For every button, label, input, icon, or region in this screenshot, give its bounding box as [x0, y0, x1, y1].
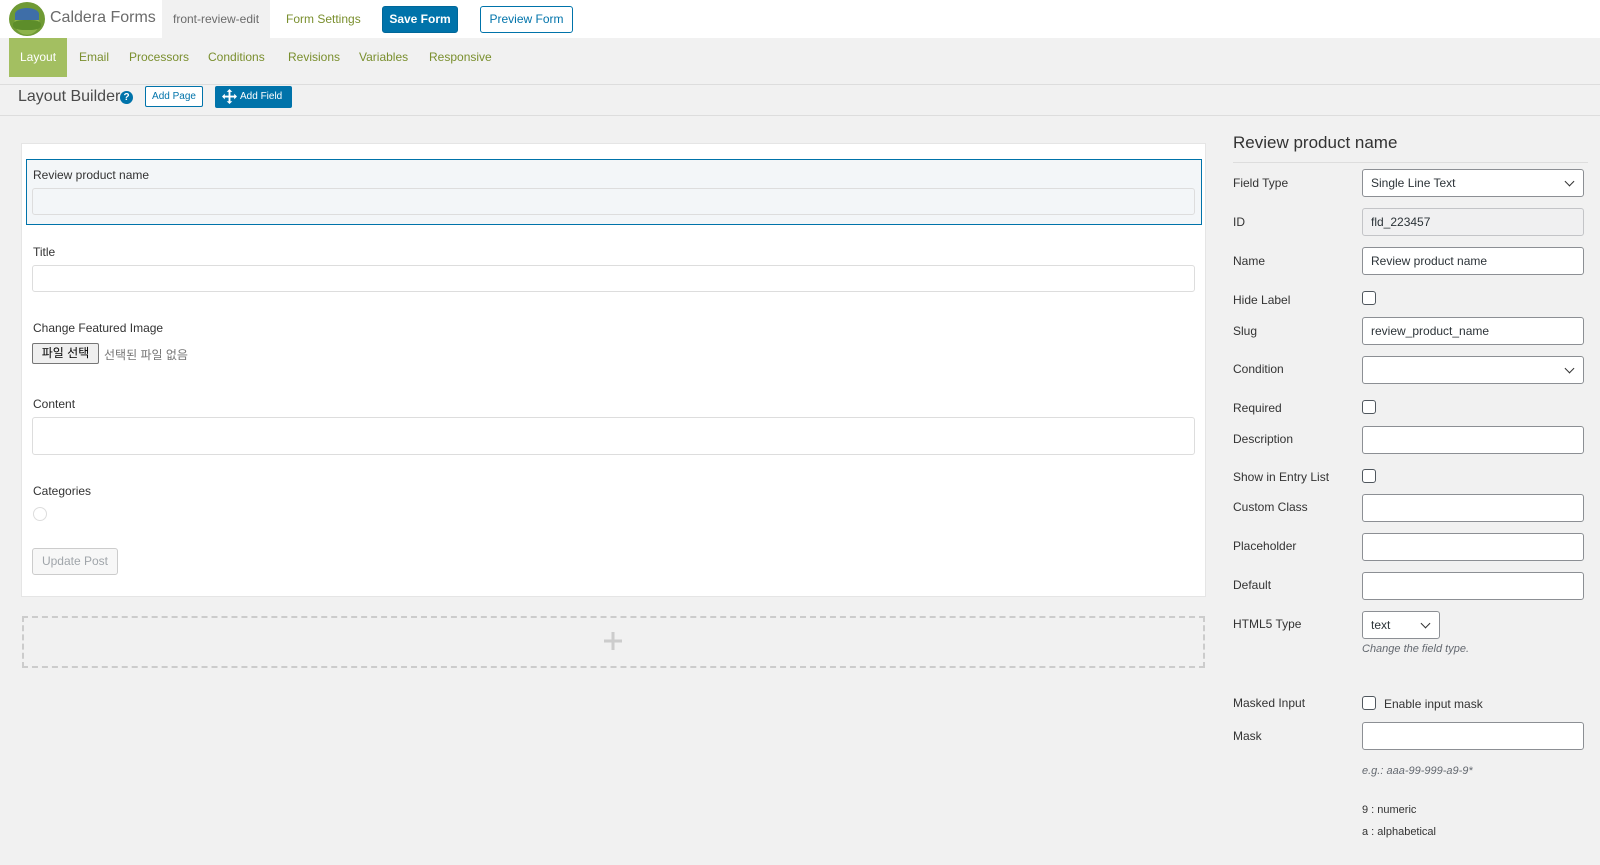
required-label: Required: [1233, 401, 1282, 415]
required-checkbox[interactable]: [1362, 400, 1376, 414]
hide-label-label: Hide Label: [1233, 293, 1291, 307]
html5-type-label: HTML5 Type: [1233, 617, 1302, 631]
update-post-button[interactable]: Update Post: [32, 548, 118, 575]
condition-select[interactable]: [1362, 356, 1584, 384]
tab-layout[interactable]: Layout: [9, 38, 68, 77]
custom-class-label: Custom Class: [1233, 500, 1308, 514]
plus-icon: [604, 632, 622, 650]
mask-alpha-hint: a : alphabetical: [1362, 826, 1436, 838]
placeholder-label: Placeholder: [1233, 539, 1297, 553]
mask-example: e.g.: aaa-99-999-a9-9*: [1362, 765, 1473, 777]
field-content[interactable]: Content: [27, 397, 1201, 455]
description-field[interactable]: [1362, 426, 1584, 454]
review-product-name-input[interactable]: [32, 188, 1195, 215]
placeholder-field[interactable]: [1362, 533, 1584, 561]
enable-mask-label: Enable input mask: [1384, 697, 1483, 711]
field-label: Categories: [33, 484, 92, 498]
mask-field[interactable]: [1362, 722, 1584, 750]
tab-processors[interactable]: Processors: [129, 38, 189, 77]
add-row-dropzone[interactable]: [22, 616, 1205, 668]
masked-input-label: Masked Input: [1233, 696, 1306, 710]
field-type-select[interactable]: Single Line Text: [1362, 169, 1584, 197]
preview-form-button[interactable]: Preview Form: [480, 6, 573, 33]
field-type-label: Field Type: [1233, 176, 1289, 190]
html5-type-note: Change the field type.: [1362, 643, 1470, 655]
field-featured-image[interactable]: Change Featured Image: [27, 321, 1201, 335]
tab-variables[interactable]: Variables: [359, 38, 408, 77]
caldera-logo-icon: [9, 2, 45, 36]
field-review-product-name[interactable]: Review product name: [27, 168, 1201, 215]
top-header: Caldera Forms front-review-edit Form Set…: [0, 0, 1600, 38]
mask-label: Mask: [1233, 729, 1262, 743]
name-label: Name: [1233, 254, 1266, 268]
mask-numeric-hint: 9 : numeric: [1362, 804, 1417, 816]
save-form-button[interactable]: Save Form: [382, 6, 458, 33]
default-label: Default: [1233, 578, 1272, 592]
field-type-value: Single Line Text: [1371, 176, 1456, 190]
hide-label-checkbox[interactable]: [1362, 291, 1376, 305]
panel-divider: [1233, 162, 1588, 163]
slug-field[interactable]: review_product_name: [1362, 317, 1584, 345]
file-choose-button[interactable]: 파일 선택: [32, 343, 99, 364]
form-settings-link[interactable]: Form Settings: [286, 12, 361, 26]
id-label: ID: [1233, 215, 1245, 229]
default-field[interactable]: [1362, 572, 1584, 600]
layout-builder-bar: Layout Builder ? Add Page Add Field: [0, 86, 1600, 116]
brand-name: Caldera Forms: [50, 9, 156, 26]
tab-email[interactable]: Email: [79, 38, 109, 77]
field-label: Title: [33, 245, 56, 259]
id-field: fld_223457: [1362, 208, 1584, 236]
category-radio[interactable]: [33, 507, 47, 521]
form-slug: front-review-edit: [162, 0, 271, 38]
name-field[interactable]: Review product name: [1362, 247, 1584, 275]
show-entry-label: Show in Entry List: [1233, 470, 1330, 484]
layout-builder-title: Layout Builder: [18, 88, 121, 105]
editor-tabs: Layout Email Processors Conditions Revis…: [0, 38, 1600, 85]
title-input[interactable]: [32, 265, 1195, 292]
field-categories[interactable]: Categories: [27, 484, 1201, 498]
enable-mask-checkbox[interactable]: [1362, 696, 1376, 710]
tab-revisions[interactable]: Revisions: [288, 38, 340, 77]
content-input[interactable]: [32, 417, 1195, 455]
add-page-button[interactable]: Add Page: [145, 86, 203, 107]
show-entry-checkbox[interactable]: [1362, 469, 1376, 483]
field-label: Review product name: [33, 168, 150, 182]
field-label: Change Featured Image: [33, 321, 164, 335]
custom-class-field[interactable]: [1362, 494, 1584, 522]
add-field-label: Add Field: [240, 91, 283, 102]
slug-label: Slug: [1233, 324, 1258, 338]
html5-type-value: text: [1371, 618, 1391, 632]
html5-type-select[interactable]: text: [1362, 611, 1440, 639]
condition-label: Condition: [1233, 362, 1284, 376]
file-status: 선택된 파일 없음: [104, 348, 188, 362]
tab-conditions[interactable]: Conditions: [208, 38, 265, 77]
field-label: Content: [33, 397, 76, 411]
panel-title: Review product name: [1233, 133, 1398, 152]
add-field-button[interactable]: Add Field: [215, 86, 292, 108]
move-icon: [222, 89, 237, 104]
help-icon[interactable]: ?: [120, 91, 133, 104]
description-label: Description: [1233, 432, 1294, 446]
tab-responsive[interactable]: Responsive: [429, 38, 492, 77]
field-title[interactable]: Title: [27, 245, 1201, 292]
